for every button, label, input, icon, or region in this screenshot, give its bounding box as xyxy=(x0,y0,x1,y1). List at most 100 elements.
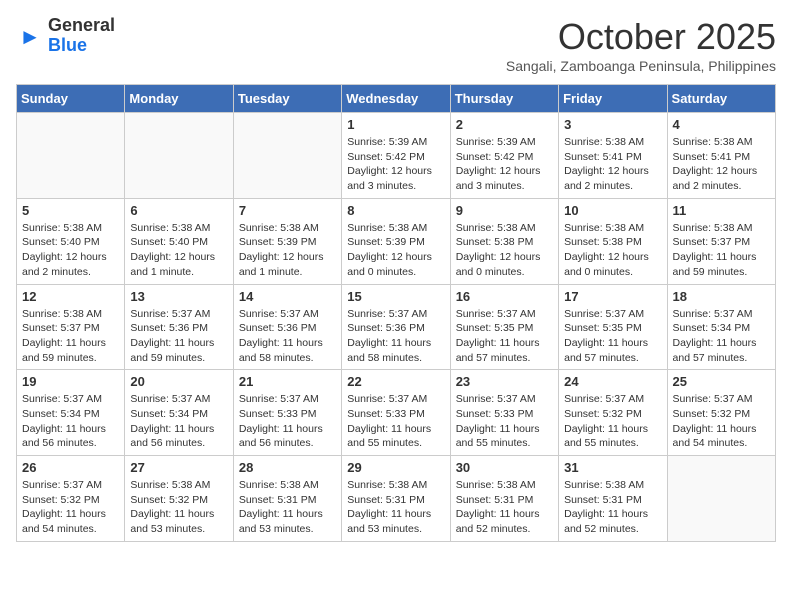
day-number: 14 xyxy=(239,289,336,304)
day-number: 8 xyxy=(347,203,444,218)
day-number: 7 xyxy=(239,203,336,218)
day-number: 9 xyxy=(456,203,553,218)
week-row-3: 12 Sunrise: 5:38 AMSunset: 5:37 PMDayligh… xyxy=(17,284,776,370)
day-info: Sunrise: 5:38 AMSunset: 5:39 PMDaylight:… xyxy=(347,221,444,280)
day-info: Sunrise: 5:37 AMSunset: 5:34 PMDaylight:… xyxy=(130,392,227,451)
day-info: Sunrise: 5:37 AMSunset: 5:35 PMDaylight:… xyxy=(456,307,553,366)
calendar-cell: 6Sunrise: 5:38 AMSunset: 5:40 PMDaylight… xyxy=(125,198,233,284)
calendar-cell: 19Sunrise: 5:37 AMSunset: 5:34 PMDayligh… xyxy=(17,370,125,456)
day-info: Sunrise: 5:38 AMSunset: 5:41 PMDaylight:… xyxy=(673,135,770,194)
calendar-cell: 17Sunrise: 5:37 AMSunset: 5:35 PMDayligh… xyxy=(559,284,667,370)
day-info: Sunrise: 5:38 AMSunset: 5:40 PMDaylight:… xyxy=(22,221,119,280)
day-number: 15 xyxy=(347,289,444,304)
day-number: 3 xyxy=(564,117,661,132)
page-header: ► General Blue October 2025 Sangali, Zam… xyxy=(16,16,776,74)
day-info: Sunrise: 5:37 AMSunset: 5:34 PMDaylight:… xyxy=(673,307,770,366)
day-info: Sunrise: 5:38 AMSunset: 5:40 PMDaylight:… xyxy=(130,221,227,280)
calendar-cell: 16 Sunrise: 5:37 AMSunset: 5:35 PMDayligh… xyxy=(450,284,558,370)
day-number: 20 xyxy=(130,374,227,389)
day-header-wednesday: Wednesday xyxy=(342,85,450,113)
week-row-5: 26Sunrise: 5:37 AMSunset: 5:32 PMDayligh… xyxy=(17,456,776,542)
day-number: 17 xyxy=(564,289,661,304)
calendar-cell: 22Sunrise: 5:37 AMSunset: 5:33 PMDayligh… xyxy=(342,370,450,456)
day-header-friday: Friday xyxy=(559,85,667,113)
day-number: 24 xyxy=(564,374,661,389)
day-header-sunday: Sunday xyxy=(17,85,125,113)
calendar-cell: 28 Sunrise: 5:38 AMSunset: 5:31 PMDayligh… xyxy=(233,456,341,542)
day-info: Sunrise: 5:38 AMSunset: 5:38 PMDaylight:… xyxy=(456,221,553,280)
day-number: 28 xyxy=(239,460,336,475)
location-subtitle: Sangali, Zamboanga Peninsula, Philippine… xyxy=(506,58,776,74)
day-header-saturday: Saturday xyxy=(667,85,775,113)
calendar-cell xyxy=(17,113,125,199)
day-number: 30 xyxy=(456,460,553,475)
day-number: 11 xyxy=(673,203,770,218)
day-header-tuesday: Tuesday xyxy=(233,85,341,113)
calendar-cell: 21 Sunrise: 5:37 AMSunset: 5:33 PMDayligh… xyxy=(233,370,341,456)
day-number: 27 xyxy=(130,460,227,475)
day-info: Sunrise: 5:37 AMSunset: 5:33 PMDaylight:… xyxy=(347,392,444,451)
calendar-cell: 29 Sunrise: 5:38 AMSunset: 5:31 PMDayligh… xyxy=(342,456,450,542)
day-info: Sunrise: 5:38 AMSunset: 5:37 PMDaylight:… xyxy=(22,307,119,366)
calendar-cell: 26Sunrise: 5:37 AMSunset: 5:32 PMDayligh… xyxy=(17,456,125,542)
week-row-4: 19Sunrise: 5:37 AMSunset: 5:34 PMDayligh… xyxy=(17,370,776,456)
calendar-cell xyxy=(233,113,341,199)
day-number: 31 xyxy=(564,460,661,475)
day-info: Sunrise: 5:38 AMSunset: 5:31 PMDaylight:… xyxy=(347,478,444,537)
day-number: 10 xyxy=(564,203,661,218)
day-header-thursday: Thursday xyxy=(450,85,558,113)
logo: ► General Blue xyxy=(16,16,115,56)
day-info: Sunrise: 5:38 AMSunset: 5:31 PMDaylight:… xyxy=(239,478,336,537)
calendar-cell: 10 Sunrise: 5:38 AMSunset: 5:38 PMDayligh… xyxy=(559,198,667,284)
day-info: Sunrise: 5:38 AMSunset: 5:31 PMDaylight:… xyxy=(456,478,553,537)
day-info: Sunrise: 5:37 AMSunset: 5:36 PMDaylight:… xyxy=(347,307,444,366)
day-header-row: SundayMondayTuesdayWednesdayThursdayFrid… xyxy=(17,85,776,113)
svg-text:►: ► xyxy=(19,24,41,49)
day-info: Sunrise: 5:37 AMSunset: 5:34 PMDaylight:… xyxy=(22,392,119,451)
day-info: Sunrise: 5:37 AMSunset: 5:32 PMDaylight:… xyxy=(22,478,119,537)
day-number: 21 xyxy=(239,374,336,389)
calendar-cell: 27 Sunrise: 5:38 AMSunset: 5:32 PMDayligh… xyxy=(125,456,233,542)
logo-blue-text: Blue xyxy=(48,35,87,55)
calendar-cell: 15 Sunrise: 5:37 AMSunset: 5:36 PMDayligh… xyxy=(342,284,450,370)
calendar-cell: 18 Sunrise: 5:37 AMSunset: 5:34 PMDayligh… xyxy=(667,284,775,370)
day-number: 18 xyxy=(673,289,770,304)
day-number: 4 xyxy=(673,117,770,132)
calendar-cell: 20 Sunrise: 5:37 AMSunset: 5:34 PMDayligh… xyxy=(125,370,233,456)
calendar-cell: 13Sunrise: 5:37 AMSunset: 5:36 PMDayligh… xyxy=(125,284,233,370)
calendar-cell: 9 Sunrise: 5:38 AMSunset: 5:38 PMDaylight… xyxy=(450,198,558,284)
day-info: Sunrise: 5:38 AMSunset: 5:38 PMDaylight:… xyxy=(564,221,661,280)
day-info: Sunrise: 5:38 AMSunset: 5:32 PMDaylight:… xyxy=(130,478,227,537)
day-info: Sunrise: 5:37 AMSunset: 5:32 PMDaylight:… xyxy=(673,392,770,451)
calendar-cell: 25 Sunrise: 5:37 AMSunset: 5:32 PMDayligh… xyxy=(667,370,775,456)
day-info: Sunrise: 5:38 AMSunset: 5:41 PMDaylight:… xyxy=(564,135,661,194)
calendar-cell: 2Sunrise: 5:39 AMSunset: 5:42 PMDaylight… xyxy=(450,113,558,199)
calendar-cell: 31Sunrise: 5:38 AMSunset: 5:31 PMDayligh… xyxy=(559,456,667,542)
calendar-cell: 23Sunrise: 5:37 AMSunset: 5:33 PMDayligh… xyxy=(450,370,558,456)
calendar-cell: 11Sunrise: 5:38 AMSunset: 5:37 PMDayligh… xyxy=(667,198,775,284)
calendar-cell: 7 Sunrise: 5:38 AMSunset: 5:39 PMDaylight… xyxy=(233,198,341,284)
logo-icon: ► xyxy=(16,22,44,50)
title-block: October 2025 Sangali, Zamboanga Peninsul… xyxy=(506,16,776,74)
day-info: Sunrise: 5:37 AMSunset: 5:33 PMDaylight:… xyxy=(239,392,336,451)
day-number: 1 xyxy=(347,117,444,132)
calendar-cell xyxy=(125,113,233,199)
day-number: 25 xyxy=(673,374,770,389)
day-info: Sunrise: 5:39 AMSunset: 5:42 PMDaylight:… xyxy=(456,135,553,194)
day-info: Sunrise: 5:38 AMSunset: 5:39 PMDaylight:… xyxy=(239,221,336,280)
day-number: 29 xyxy=(347,460,444,475)
week-row-2: 5Sunrise: 5:38 AMSunset: 5:40 PMDaylight… xyxy=(17,198,776,284)
calendar-cell: 24Sunrise: 5:37 AMSunset: 5:32 PMDayligh… xyxy=(559,370,667,456)
day-info: Sunrise: 5:39 AMSunset: 5:42 PMDaylight:… xyxy=(347,135,444,194)
day-number: 13 xyxy=(130,289,227,304)
day-info: Sunrise: 5:37 AMSunset: 5:36 PMDaylight:… xyxy=(239,307,336,366)
calendar-cell: 30 Sunrise: 5:38 AMSunset: 5:31 PMDayligh… xyxy=(450,456,558,542)
calendar-cell: 3 Sunrise: 5:38 AMSunset: 5:41 PMDaylight… xyxy=(559,113,667,199)
calendar-cell: 8 Sunrise: 5:38 AMSunset: 5:39 PMDaylight… xyxy=(342,198,450,284)
calendar-cell: 5Sunrise: 5:38 AMSunset: 5:40 PMDaylight… xyxy=(17,198,125,284)
day-number: 12 xyxy=(22,289,119,304)
calendar-cell xyxy=(667,456,775,542)
month-title: October 2025 xyxy=(506,16,776,58)
day-number: 16 xyxy=(456,289,553,304)
calendar-cell: 14 Sunrise: 5:37 AMSunset: 5:36 PMDayligh… xyxy=(233,284,341,370)
